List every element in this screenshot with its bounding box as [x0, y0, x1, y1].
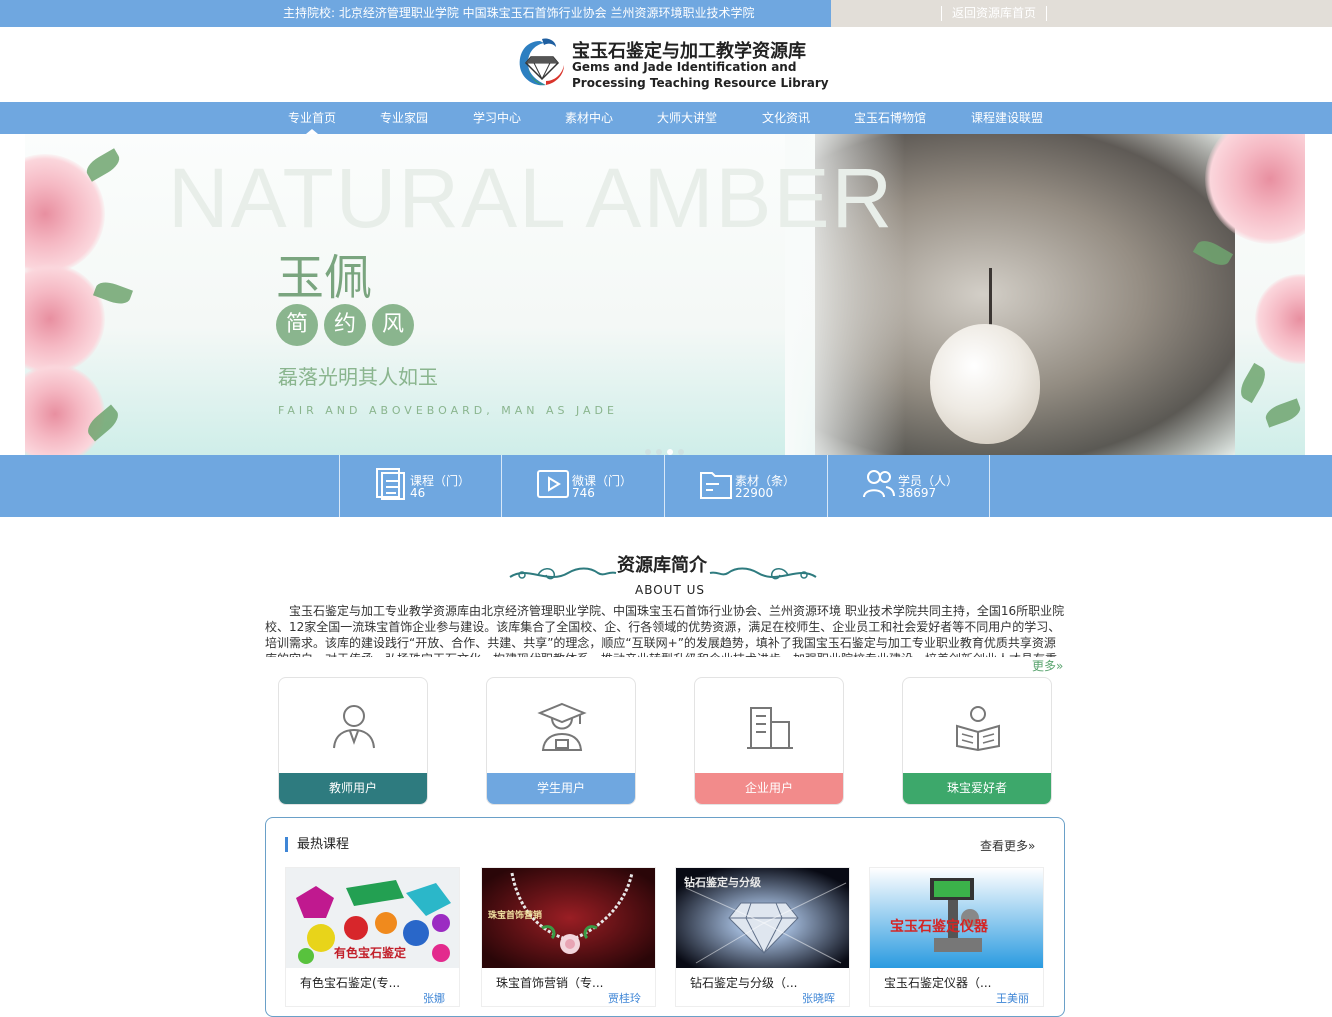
nav-item-alliance[interactable]: 课程建设联盟 [971, 102, 1043, 134]
user-card-student[interactable]: 学生用户 [486, 677, 636, 805]
user-card-enterprise[interactable]: 企业用户 [694, 677, 844, 805]
rose-flower [25, 264, 105, 374]
top-bar-right [831, 0, 1332, 27]
video-play-icon [537, 470, 569, 498]
nav-item-culture-news[interactable]: 文化资讯 [762, 102, 810, 134]
reader-icon [956, 706, 1000, 752]
stat-value: 38697 [898, 486, 937, 500]
user-card-label: 教师用户 [279, 773, 427, 804]
course-author[interactable]: 张晓晖 [802, 990, 835, 1006]
banner-headline: 玉佩 [276, 250, 373, 306]
nav-item-home[interactable]: 专业首页 [288, 102, 336, 134]
course-image-caption: 有色宝石鉴定 [334, 946, 407, 960]
course-author[interactable]: 张娜 [423, 990, 445, 1006]
jade-pendant-image [930, 324, 1040, 444]
course-author[interactable]: 王美丽 [996, 990, 1029, 1006]
leaf [1263, 398, 1303, 428]
user-card-label: 学生用户 [487, 773, 635, 804]
rose-flower [25, 364, 105, 455]
banner-circle-char: 风 [372, 304, 414, 346]
course-name: 有色宝石鉴定(专... [300, 976, 401, 990]
course-name: 宝玉石鉴定仪器（... [884, 976, 992, 990]
stat-learners[interactable]: 学员（人） 38697 [827, 455, 990, 517]
banner-circle-char: 简 [276, 304, 318, 346]
nav-item-learning-center[interactable]: 学习中心 [473, 102, 521, 134]
stat-courses[interactable]: 课程（门） 46 [339, 455, 502, 517]
student-icon [537, 702, 587, 751]
nav-item-materials[interactable]: 素材中心 [565, 102, 613, 134]
intro-text: 宝玉石鉴定与加工专业教学资源库由北京经济管理职业学院、中国珠宝玉石首饰行业协会、… [265, 604, 1065, 657]
stat-materials[interactable]: 素材（条） 22900 [664, 455, 827, 517]
building-icon [747, 707, 793, 749]
decorative-swirl-right [709, 567, 817, 580]
stat-value: 46 [410, 486, 426, 500]
decorative-swirl-left [509, 567, 617, 580]
banner-circle-group: 简约风 [276, 304, 420, 346]
gem-logo-icon[interactable] [516, 35, 566, 89]
folder-icon [700, 472, 732, 499]
course-card[interactable]: 有色宝石鉴定 有色宝石鉴定(专... 张娜 [285, 867, 460, 1007]
main-nav: 专业首页 专业家园 学习中心 素材中心 大师大讲堂 文化资讯 宝玉石博物馆 课程… [0, 102, 1332, 134]
course-name: 钻石鉴定与分级（... [690, 976, 798, 990]
rose-flower [1255, 274, 1305, 364]
nav-item-master-lectures[interactable]: 大师大讲堂 [657, 102, 717, 134]
user-card-label: 珠宝爱好者 [903, 773, 1051, 804]
course-card[interactable]: 钻石鉴定与分级 钻石鉴定与分级（... 张晓晖 [675, 867, 850, 1007]
pendant-cord [989, 268, 992, 328]
course-book-icon [376, 468, 405, 500]
user-card-label: 企业用户 [695, 773, 843, 804]
course-image-caption: 珠宝首饰营销 [488, 911, 543, 921]
banner-watermark: NATURAL AMBER [168, 151, 895, 245]
course-image-caption: 钻石鉴定与分级 [684, 876, 761, 889]
back-to-library-home-link[interactable]: 返回资源库首页 [941, 6, 1048, 21]
leaf [1236, 362, 1270, 404]
stats-bar: 课程（门） 46 微课（门） 746 素材（条） 22900 学员（人） 386… [0, 455, 1332, 517]
course-image-caption: 宝玉石鉴定仪器 [890, 919, 988, 935]
banner-english-slogan: FAIR AND ABOVEBOARD, MAN AS JADE [278, 404, 618, 417]
teacher-icon [333, 705, 375, 749]
stat-micro-courses[interactable]: 微课（门） 746 [501, 455, 664, 517]
nav-item-museum[interactable]: 宝玉石博物馆 [854, 102, 926, 134]
intro-title: 资源库简介 [617, 555, 707, 576]
nav-item-major-home[interactable]: 专业家园 [380, 102, 428, 134]
banner-circle-char: 约 [324, 304, 366, 346]
user-card-teacher[interactable]: 教师用户 [278, 677, 428, 805]
leaf [82, 148, 124, 182]
course-card[interactable]: 宝玉石鉴定仪器 宝玉石鉴定仪器（... 王美丽 [869, 867, 1044, 1007]
intro-more-link[interactable]: 更多» [1032, 657, 1063, 674]
host-institutions: 主持院校: 北京经济管理职业学院 中国珠宝玉石首饰行业协会 兰州资源环境职业技术… [0, 0, 831, 27]
site-title-en: Gems and Jade Identification and Process… [572, 60, 829, 90]
hot-courses-more-link[interactable]: 查看更多» [980, 837, 1035, 854]
stat-value: 22900 [735, 486, 774, 500]
course-name: 珠宝首饰营销（专... [496, 976, 604, 990]
top-bar: 主持院校: 北京经济管理职业学院 中国珠宝玉石首饰行业协会 兰州资源环境职业技术… [0, 0, 1332, 27]
banner-subtitle: 磊落光明其人如玉 [278, 365, 438, 389]
intro-subtitle: ABOUT US [635, 583, 706, 597]
hot-courses-title: 最热课程 [285, 837, 349, 852]
users-icon [863, 470, 895, 498]
course-author[interactable]: 贾桂玲 [608, 990, 641, 1006]
user-card-enthusiast[interactable]: 珠宝爱好者 [902, 677, 1052, 805]
stat-value: 746 [572, 486, 595, 500]
course-card[interactable]: 珠宝首饰营销 珠宝首饰营销（专... 贾桂玲 [481, 867, 656, 1007]
